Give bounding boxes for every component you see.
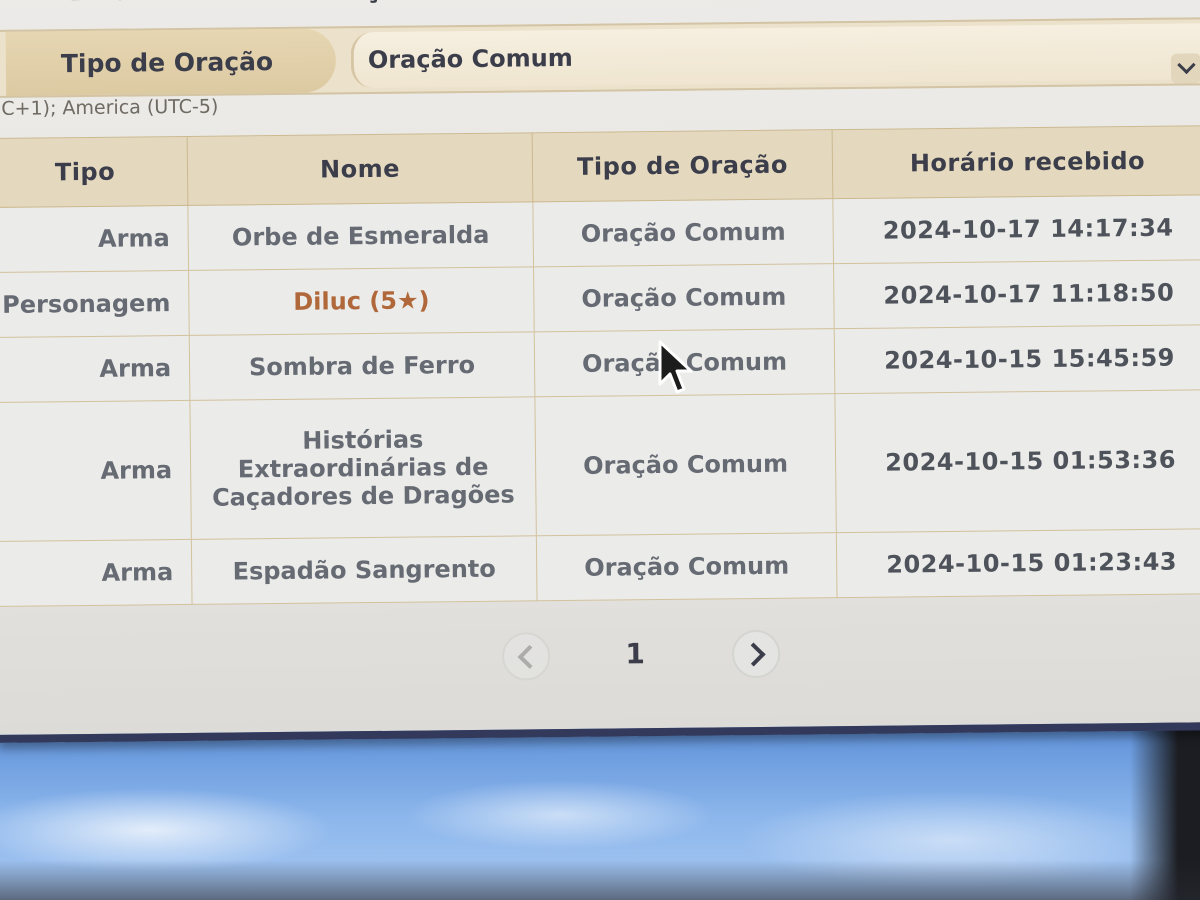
filter-label: Tipo de Oração <box>5 28 337 96</box>
column-header-tipo-oracao: Tipo de Oração <box>532 129 833 202</box>
cell-nome-five-star: Diluc (5★) <box>188 266 535 336</box>
chevron-down-icon[interactable] <box>1170 53 1200 84</box>
table-row: Arma Histórias Extraordinárias de Caçado… <box>0 389 1200 542</box>
cell-tipo-oracao: Oração Comum <box>536 532 838 601</box>
cell-horario: 2024-10-17 11:18:50 <box>833 259 1200 329</box>
cell-tipo-oracao: Oração Comum <box>533 263 835 332</box>
chevron-right-icon[interactable] <box>731 629 781 679</box>
chevron-left-icon[interactable] <box>501 632 551 681</box>
wish-history-table: Tipo Nome Tipo de Oração Horário recebid… <box>0 125 1200 607</box>
wish-type-select-value: Oração Comum <box>367 43 573 75</box>
cell-tipo: Arma <box>0 539 193 607</box>
cell-horario: 2024-10-15 15:45:59 <box>834 324 1200 394</box>
timezone-note: C+1); America (UTC-5) <box>1 95 219 120</box>
wish-history-panel: Histórico de Orações Tipo de Oração Oraç… <box>0 0 1200 743</box>
cell-nome: Orbe de Esmeralda <box>187 201 534 271</box>
cell-nome: Sombra de Ferro <box>189 331 535 401</box>
pagination: 1 <box>501 629 803 693</box>
cell-tipo-oracao: Oração Comum <box>534 393 837 536</box>
cell-tipo: Arma <box>0 335 190 403</box>
table-row: Arma Espadão Sangrento Oração Comum 2024… <box>0 528 1200 607</box>
cell-nome: Espadão Sangrento <box>191 535 538 605</box>
cell-tipo: Personagem <box>0 270 190 338</box>
cell-horario: 2024-10-17 14:17:34 <box>832 194 1200 264</box>
table-header-row: Tipo Nome Tipo de Oração Horário recebid… <box>0 125 1200 208</box>
cell-horario: 2024-10-15 01:53:36 <box>834 389 1200 533</box>
column-header-horario: Horário recebido <box>832 125 1200 199</box>
wish-type-select[interactable]: Oração Comum <box>350 23 1200 89</box>
column-header-tipo: Tipo <box>0 136 188 208</box>
page-title: Histórico de Orações <box>70 0 443 13</box>
screen: Histórico de Orações Tipo de Oração Oraç… <box>0 0 1200 900</box>
cell-horario: 2024-10-15 01:23:43 <box>836 528 1200 598</box>
current-page-number: 1 <box>625 637 645 671</box>
cell-tipo: Arma <box>0 205 189 273</box>
filter-bar: Tipo de Oração Oração Comum <box>0 17 1200 98</box>
mouse-cursor-icon <box>658 340 693 394</box>
monitor-shadow <box>0 860 1200 900</box>
cell-tipo-oracao: Oração Comum <box>532 198 834 267</box>
column-header-nome: Nome <box>187 132 533 206</box>
cell-nome: Histórias Extraordinárias de Caçadores d… <box>189 396 537 540</box>
cell-tipo: Arma <box>0 400 192 542</box>
